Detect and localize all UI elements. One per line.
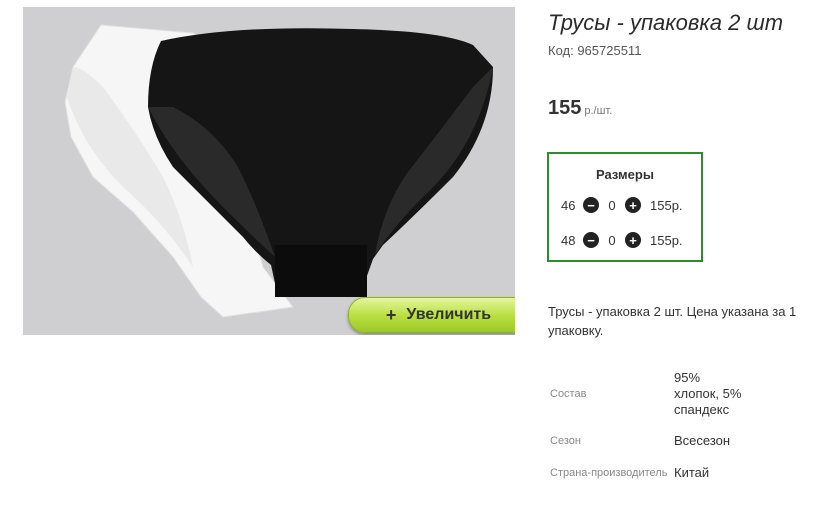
quantity-value: 0: [608, 197, 616, 213]
property-label: Состав: [550, 388, 587, 400]
minus-icon[interactable]: −: [583, 197, 599, 213]
properties-table: Состав 95% хлопок, 5% спандекс Сезон Все…: [548, 360, 744, 492]
product-title: Трусы - упаковка 2 шт: [548, 10, 784, 35]
product-code: Код: 965725511: [548, 43, 642, 58]
size-row-46: 46 − 0 + 155р.: [561, 196, 683, 214]
sizes-header: Размеры: [596, 167, 654, 182]
price-value: 155: [548, 97, 582, 119]
property-value: 95% хлопок, 5% спандекс: [674, 370, 742, 417]
product-image: [64, 24, 493, 318]
zoom-button-label: Увеличить: [406, 306, 492, 323]
property-value: Всесезон: [674, 433, 731, 448]
size-price: 155р.: [650, 197, 683, 213]
property-row: Сезон Всесезон: [548, 428, 744, 454]
property-label: Страна-производитель: [550, 467, 668, 479]
quantity-value: 0: [608, 232, 616, 248]
product-price: 155 р./шт.: [548, 97, 612, 120]
product-description: Трусы - упаковка 2 шт. Цена указана за 1…: [548, 304, 797, 338]
black-gusset: [275, 245, 367, 297]
price-unit: р./шт.: [584, 105, 613, 117]
plus-icon[interactable]: +: [625, 197, 641, 213]
zoom-button[interactable]: + Увеличить: [348, 297, 515, 333]
property-value: Китай: [674, 465, 710, 480]
size-label: 46: [561, 197, 576, 213]
size-label: 48: [561, 232, 576, 248]
size-row-48: 48 − 0 + 155р.: [561, 231, 683, 249]
property-label: Сезон: [550, 435, 581, 447]
sizes-panel: Размеры 46 − 0 + 155р. 48 − 0 + 155р.: [547, 152, 703, 262]
minus-icon[interactable]: −: [583, 232, 599, 248]
property-row: Страна-производитель Китай: [548, 454, 744, 492]
product-photo[interactable]: + Увеличить: [23, 7, 515, 335]
plus-icon[interactable]: +: [625, 232, 641, 248]
plus-icon: +: [385, 304, 397, 325]
property-row: Состав 95% хлопок, 5% спандекс: [548, 360, 744, 428]
size-price: 155р.: [650, 232, 683, 248]
